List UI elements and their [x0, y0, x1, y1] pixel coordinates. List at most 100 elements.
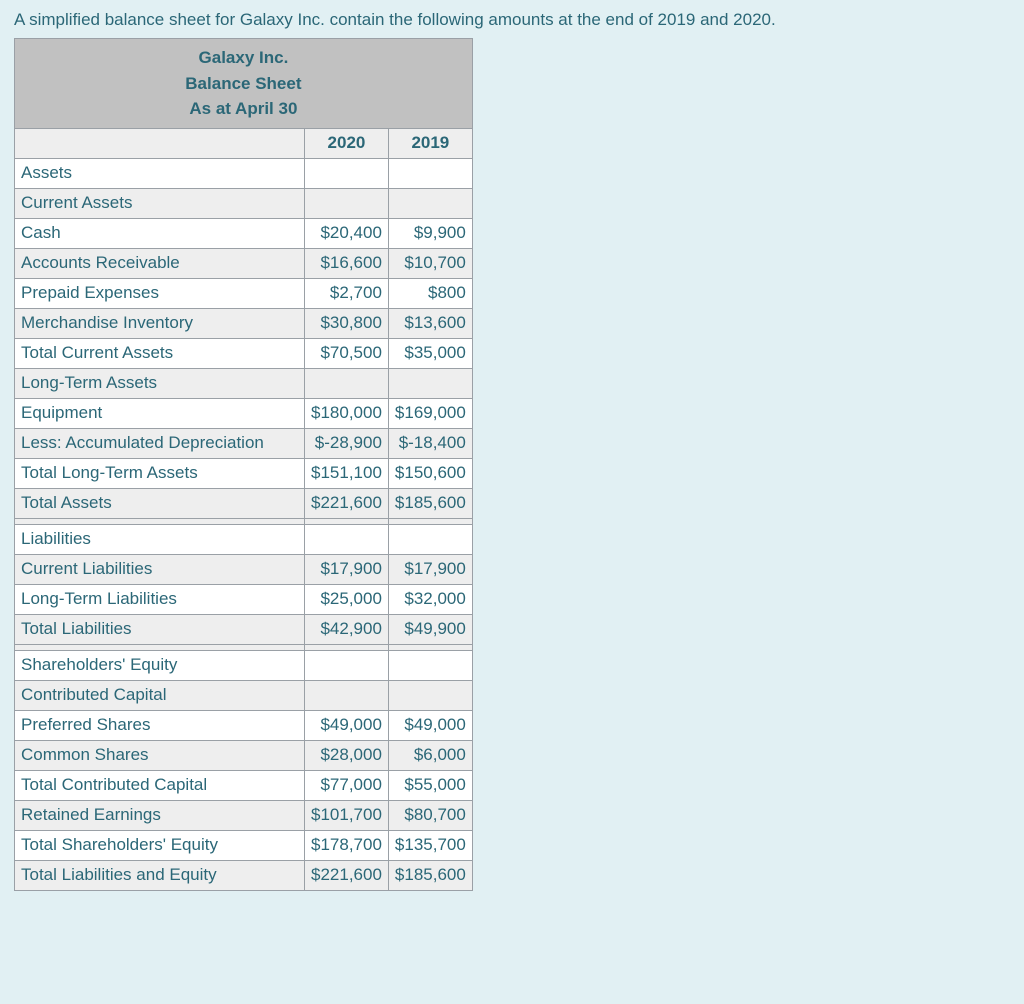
row-val-y1: $49,000 — [305, 710, 389, 740]
row-label: Shareholders' Equity — [15, 650, 305, 680]
table-row: Current Liabilities$17,900$17,900 — [15, 554, 473, 584]
row-label: Common Shares — [15, 740, 305, 770]
table-title-block: Galaxy Inc. Balance Sheet As at April 30 — [15, 39, 473, 129]
company-name: Galaxy Inc. — [15, 45, 472, 71]
row-val-y1: $180,000 — [305, 398, 389, 428]
table-row: Merchandise Inventory$30,800$13,600 — [15, 308, 473, 338]
row-label: Assets — [15, 158, 305, 188]
blank-header — [15, 128, 305, 158]
row-label: Total Liabilities — [15, 614, 305, 644]
row-val-y2: $6,000 — [388, 740, 472, 770]
intro-text: A simplified balance sheet for Galaxy In… — [14, 10, 1010, 30]
row-val-y1: $25,000 — [305, 584, 389, 614]
row-label: Retained Earnings — [15, 800, 305, 830]
table-row: Liabilities — [15, 524, 473, 554]
row-val-y1: $42,900 — [305, 614, 389, 644]
table-row: Current Assets — [15, 188, 473, 218]
row-label: Contributed Capital — [15, 680, 305, 710]
table-row: Equipment$180,000$169,000 — [15, 398, 473, 428]
row-val-y2: $9,900 — [388, 218, 472, 248]
row-val-y2 — [388, 188, 472, 218]
table-row: Total Shareholders' Equity$178,700$135,7… — [15, 830, 473, 860]
row-val-y2: $169,000 — [388, 398, 472, 428]
row-val-y2: $49,900 — [388, 614, 472, 644]
row-val-y2 — [388, 524, 472, 554]
row-val-y1: $-28,900 — [305, 428, 389, 458]
row-val-y2: $185,600 — [388, 860, 472, 890]
row-val-y1: $17,900 — [305, 554, 389, 584]
table-row: Accounts Receivable$16,600$10,700 — [15, 248, 473, 278]
row-label: Cash — [15, 218, 305, 248]
row-val-y2: $-18,400 — [388, 428, 472, 458]
row-val-y1: $101,700 — [305, 800, 389, 830]
table-row: Total Liabilities and Equity$221,600$185… — [15, 860, 473, 890]
table-row: Preferred Shares$49,000$49,000 — [15, 710, 473, 740]
row-val-y1: $30,800 — [305, 308, 389, 338]
row-val-y1 — [305, 188, 389, 218]
row-val-y2 — [388, 680, 472, 710]
row-val-y2: $55,000 — [388, 770, 472, 800]
row-label: Liabilities — [15, 524, 305, 554]
row-label: Total Shareholders' Equity — [15, 830, 305, 860]
row-label: Total Current Assets — [15, 338, 305, 368]
row-val-y2: $135,700 — [388, 830, 472, 860]
row-val-y1: $77,000 — [305, 770, 389, 800]
row-val-y1: $178,700 — [305, 830, 389, 860]
row-label: Less: Accumulated Depreciation — [15, 428, 305, 458]
table-row: Cash$20,400$9,900 — [15, 218, 473, 248]
table-row: Retained Earnings$101,700$80,700 — [15, 800, 473, 830]
table-row: Assets — [15, 158, 473, 188]
row-label: Total Assets — [15, 488, 305, 518]
row-label: Current Assets — [15, 188, 305, 218]
statement-name: Balance Sheet — [15, 71, 472, 97]
table-row: Total Assets$221,600$185,600 — [15, 488, 473, 518]
row-label: Preferred Shares — [15, 710, 305, 740]
row-label: Total Contributed Capital — [15, 770, 305, 800]
row-label: Long-Term Liabilities — [15, 584, 305, 614]
row-val-y1: $151,100 — [305, 458, 389, 488]
row-val-y1 — [305, 368, 389, 398]
row-label: Equipment — [15, 398, 305, 428]
row-val-y1 — [305, 158, 389, 188]
col-year-1: 2020 — [305, 128, 389, 158]
as-at-date: As at April 30 — [15, 96, 472, 122]
row-val-y2: $80,700 — [388, 800, 472, 830]
row-val-y2 — [388, 368, 472, 398]
row-val-y2: $800 — [388, 278, 472, 308]
table-row: Long-Term Assets — [15, 368, 473, 398]
row-label: Total Liabilities and Equity — [15, 860, 305, 890]
row-label: Total Long-Term Assets — [15, 458, 305, 488]
row-val-y2 — [388, 158, 472, 188]
balance-sheet-table: Galaxy Inc. Balance Sheet As at April 30… — [14, 38, 473, 891]
row-val-y2: $10,700 — [388, 248, 472, 278]
row-val-y2: $150,600 — [388, 458, 472, 488]
row-val-y1: $28,000 — [305, 740, 389, 770]
table-row: Total Long-Term Assets$151,100$150,600 — [15, 458, 473, 488]
row-val-y1: $221,600 — [305, 488, 389, 518]
table-row: Prepaid Expenses$2,700$800 — [15, 278, 473, 308]
row-val-y2 — [388, 650, 472, 680]
table-row: Common Shares$28,000$6,000 — [15, 740, 473, 770]
table-row: Total Liabilities$42,900$49,900 — [15, 614, 473, 644]
table-row: Total Current Assets$70,500$35,000 — [15, 338, 473, 368]
row-val-y1: $20,400 — [305, 218, 389, 248]
table-row: Total Contributed Capital$77,000$55,000 — [15, 770, 473, 800]
table-row: Contributed Capital — [15, 680, 473, 710]
row-label: Long-Term Assets — [15, 368, 305, 398]
row-val-y2: $35,000 — [388, 338, 472, 368]
row-val-y1 — [305, 524, 389, 554]
row-val-y1: $221,600 — [305, 860, 389, 890]
row-val-y1 — [305, 680, 389, 710]
row-val-y2: $49,000 — [388, 710, 472, 740]
table-row: Less: Accumulated Depreciation$-28,900$-… — [15, 428, 473, 458]
row-label: Prepaid Expenses — [15, 278, 305, 308]
row-val-y1: $16,600 — [305, 248, 389, 278]
row-val-y2: $185,600 — [388, 488, 472, 518]
col-year-2: 2019 — [388, 128, 472, 158]
row-val-y2: $13,600 — [388, 308, 472, 338]
row-val-y1: $2,700 — [305, 278, 389, 308]
row-label: Accounts Receivable — [15, 248, 305, 278]
table-row: Long-Term Liabilities$25,000$32,000 — [15, 584, 473, 614]
row-label: Merchandise Inventory — [15, 308, 305, 338]
row-label: Current Liabilities — [15, 554, 305, 584]
